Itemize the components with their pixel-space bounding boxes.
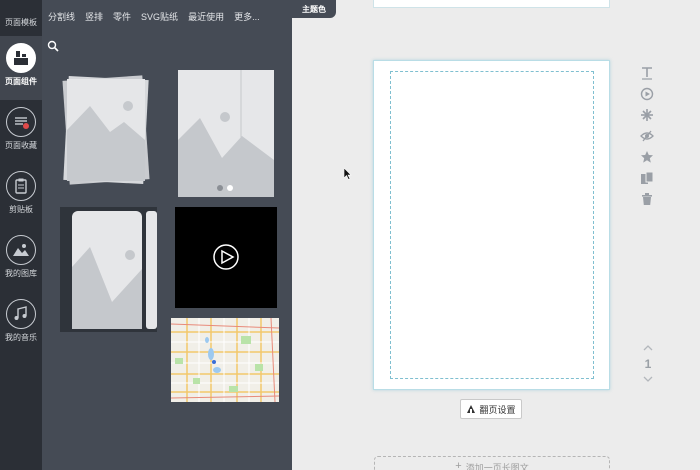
theme-color-tab[interactable]: 主题色 [292,0,336,18]
search-icon[interactable] [47,40,59,52]
eye-slash-icon[interactable] [640,129,654,143]
text-icon[interactable] [640,66,654,80]
previous-page-bottom[interactable] [373,0,610,8]
layout-components-icon [6,43,36,73]
rail-item-page-components[interactable]: 页面组件 [0,36,42,100]
stacked-images-component[interactable] [60,70,152,190]
image-swiper-component[interactable] [60,207,157,332]
tab-svg-stickers[interactable]: SVG贴纸 [141,10,178,26]
copy-page-icon[interactable] [640,171,654,185]
tab-recently-used[interactable]: 最近使用 [188,10,224,26]
tab-more[interactable]: 更多... [234,10,260,26]
panel-tabs: 分割线 竖排 零件 SVG贴纸 最近使用 更多... [42,10,292,26]
add-page-label: 添加一页长图文 [465,463,529,470]
sparkle-icon[interactable] [640,108,654,122]
image-carousel-component[interactable] [178,70,274,197]
rail-item-page-favorites[interactable]: 页面收藏 [0,100,42,164]
clipboard-icon [6,171,36,201]
page-up-chevron-icon[interactable] [643,344,653,352]
rail-label: 我的音乐 [5,333,37,342]
rail-item-my-gallery[interactable]: 我的图库 [0,228,42,292]
rail-label: 页面组件 [5,77,37,86]
play-circle-icon[interactable] [640,87,654,101]
tab-vertical-text[interactable]: 竖排 [85,10,103,26]
music-note-icon [6,299,36,329]
mouse-cursor-icon [344,168,352,180]
rail-item-clipboard[interactable]: 剪贴板 [0,164,42,228]
plus-icon: + [455,460,462,470]
map-component[interactable] [171,318,279,402]
favorites-list-icon [6,107,36,137]
rail-label: 我的图库 [5,269,37,278]
page-down-chevron-icon[interactable] [643,375,653,383]
tab-divider[interactable]: 分割线 [48,10,75,26]
rail-item-page-templates[interactable]: 页面模板 [0,17,42,28]
page-number: 1 [644,357,652,371]
add-long-page-button[interactable]: + 添加一页长图文 [374,456,610,470]
rail-label: 剪贴板 [9,205,33,214]
components-panel: 分割线 竖排 零件 SVG贴纸 最近使用 更多... [42,0,292,470]
page-canvas[interactable] [373,60,610,390]
rail-label: 页面收藏 [5,141,37,150]
trash-icon[interactable] [640,192,654,206]
tab-parts[interactable]: 零件 [113,10,131,26]
flip-settings-button[interactable]: 翻页设置 [460,399,522,419]
flip-page-icon [467,405,476,413]
star-icon[interactable] [640,150,654,164]
video-player-component[interactable] [175,207,277,308]
flip-settings-label: 翻页设置 [479,404,516,415]
image-gallery-icon [6,235,36,265]
left-rail: 页面模板 页面组件 页面收藏 剪贴板 我的图库 我的音乐 [0,0,42,470]
page-safe-area [390,71,594,379]
rail-item-my-music[interactable]: 我的音乐 [0,292,42,356]
